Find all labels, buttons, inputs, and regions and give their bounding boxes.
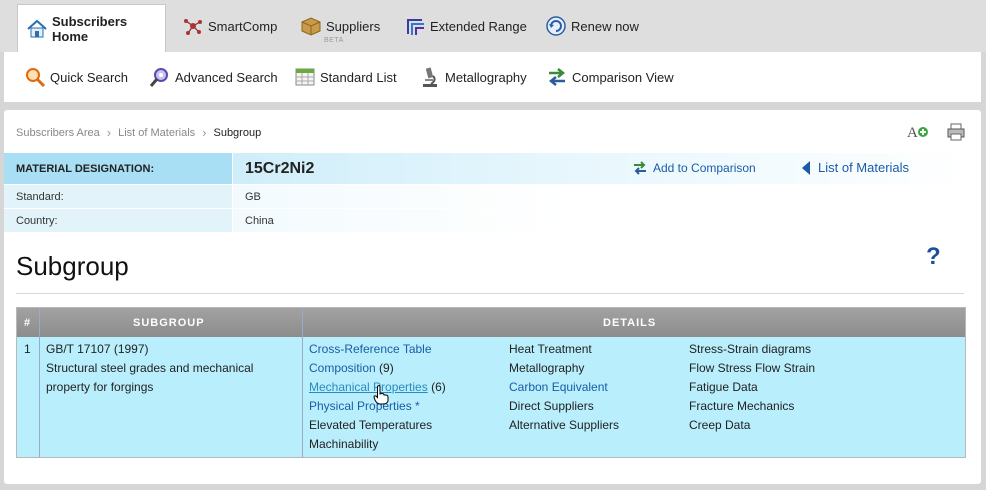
subgroup-description: Structural steel grades and mechanical p… — [46, 361, 254, 394]
compare-arrows-icon — [546, 66, 568, 88]
stacked-layers-icon — [404, 15, 426, 37]
home-icon — [26, 18, 48, 40]
country-label: Country: — [4, 209, 233, 232]
fracture-mechanics-item: Fracture Mechanics — [689, 399, 795, 413]
designation-value: 15Cr2Ni2 — [245, 159, 315, 177]
country-value: China — [245, 214, 274, 227]
column-header-details: DETAILS — [603, 317, 657, 329]
breadcrumb-item[interactable]: Subscribers Area — [16, 127, 100, 139]
print-icon[interactable] — [946, 122, 968, 142]
subgroup-cell: GB/T 17107 (1997) Structural steel grade… — [46, 340, 286, 397]
table-icon — [294, 66, 316, 88]
tab-label: Renew now — [571, 18, 639, 34]
metallography-button[interactable]: Metallography — [419, 66, 527, 88]
details-column-3: Stress-Strain diagrams Flow Stress Flow … — [689, 340, 889, 435]
column-divider — [302, 308, 303, 457]
mechanical-properties-count: (6) — [431, 380, 446, 394]
add-to-comparison-label: Add to Comparison — [653, 161, 756, 175]
beta-badge: BETA — [324, 37, 344, 44]
standard-value: GB — [245, 190, 261, 203]
tab-smartcomp[interactable]: SmartComp — [182, 0, 277, 52]
stress-strain-item: Stress-Strain diagrams — [689, 342, 812, 356]
cross-reference-link[interactable]: Cross-Reference Table — [309, 342, 432, 356]
refresh-icon — [545, 15, 567, 37]
page-title: Subgroup — [16, 251, 129, 281]
help-icon[interactable]: ? — [926, 243, 941, 271]
physical-properties-link[interactable]: Physical Properties * — [309, 399, 420, 413]
tab-subscribers-home[interactable]: Subscribers Home — [17, 4, 166, 52]
comparison-view-label: Comparison View — [572, 69, 674, 85]
details-column-1: Cross-Reference Table Composition (9) Me… — [309, 340, 509, 454]
fatigue-data-item: Fatigue Data — [689, 380, 758, 394]
font-size-icon[interactable]: A — [906, 122, 928, 142]
box-icon — [300, 15, 322, 37]
list-of-materials-label: List of Materials — [818, 160, 910, 175]
triangle-left-icon — [802, 160, 810, 175]
metallography-item: Metallography — [509, 361, 585, 375]
subgroup-table: # SUBGROUP DETAILS 1 GB/T 17107 (1997) S… — [16, 307, 966, 458]
table-row[interactable]: 1 GB/T 17107 (1997) Structural steel gra… — [17, 337, 965, 457]
standard-list-label: Standard List — [320, 69, 397, 85]
table-header: # SUBGROUP DETAILS — [17, 308, 965, 337]
creep-data-item: Creep Data — [689, 418, 751, 432]
tab-label: SmartComp — [208, 18, 278, 34]
divider — [16, 293, 964, 294]
breadcrumb-item[interactable]: List of Materials — [118, 127, 195, 139]
tool-bar: Quick Search Advanced Search Standard Li… — [4, 52, 981, 102]
compare-arrows-icon — [633, 161, 647, 175]
svg-text:A: A — [907, 125, 918, 141]
add-to-comparison-link[interactable]: Add to Comparison — [633, 161, 756, 175]
details-column-2: Heat Treatment Metallography Carbon Equi… — [509, 340, 689, 435]
advanced-search-button[interactable]: Advanced Search — [149, 66, 278, 88]
tab-label: Subscribers Home — [52, 13, 128, 44]
country-row: Country: China — [4, 209, 564, 232]
hand-cursor-icon — [373, 385, 389, 405]
metallography-label: Metallography — [445, 69, 527, 85]
chevron-right-icon: › — [106, 125, 112, 140]
top-nav-bar: Subscribers Home SmartComp Suppliers BET… — [0, 0, 986, 52]
magnifier-icon — [24, 66, 46, 88]
elevated-temperatures-item: Elevated Temperatures — [309, 418, 433, 432]
molecule-icon — [182, 15, 204, 37]
tab-label: Extended Range — [430, 18, 527, 34]
alternative-suppliers-item: Alternative Suppliers — [509, 418, 620, 432]
mechanical-properties-link[interactable]: Mechanical Properties — [309, 380, 428, 394]
machinability-item: Machinability — [309, 437, 379, 451]
composition-link[interactable]: Composition — [309, 361, 376, 375]
chevron-right-icon: › — [202, 125, 207, 140]
microscope-icon — [419, 66, 441, 88]
breadcrumb-current: Subgroup — [213, 126, 262, 139]
tab-extended-range[interactable]: Extended Range — [404, 0, 527, 52]
standard-label: Standard: — [4, 185, 233, 208]
tab-suppliers[interactable]: Suppliers — [300, 0, 380, 52]
standard-row: Standard: GB — [4, 185, 564, 208]
row-index: 1 — [24, 342, 31, 356]
column-header-subgroup: SUBGROUP — [133, 317, 205, 329]
composition-count: (9) — [379, 361, 394, 375]
breadcrumb: Subscribers Area › List of Materials › S… — [16, 125, 261, 140]
tab-label: Suppliers — [326, 18, 381, 34]
subgroup-code: GB/T 17107 (1997) — [46, 342, 149, 356]
direct-suppliers-item: Direct Suppliers — [509, 399, 594, 413]
designation-label: MATERIAL DESIGNATION: — [4, 153, 233, 184]
heat-treatment-item: Heat Treatment — [509, 342, 592, 356]
quick-search-label: Quick Search — [50, 69, 129, 85]
carbon-equivalent-link[interactable]: Carbon Equivalent — [509, 380, 608, 394]
comparison-view-button[interactable]: Comparison View — [546, 66, 674, 88]
advanced-search-icon — [149, 66, 171, 88]
flow-stress-item: Flow Stress Flow Strain — [689, 361, 816, 375]
list-of-materials-link[interactable]: List of Materials — [802, 160, 909, 175]
tab-renew-now[interactable]: Renew now — [545, 0, 639, 52]
advanced-search-label: Advanced Search — [175, 69, 278, 85]
column-header-index: # — [24, 317, 32, 329]
quick-search-button[interactable]: Quick Search — [24, 66, 128, 88]
main-content: Subscribers Area › List of Materials › S… — [4, 110, 981, 484]
column-divider — [39, 308, 40, 457]
standard-list-button[interactable]: Standard List — [294, 66, 397, 88]
